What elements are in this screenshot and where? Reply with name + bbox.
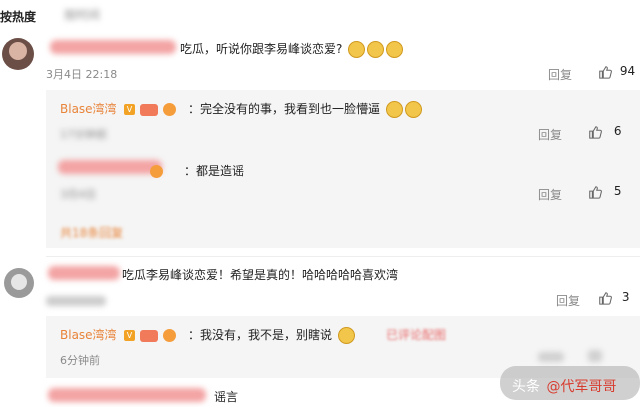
avatar[interactable]: [2, 38, 34, 70]
emoji-laugh-icon: [385, 101, 403, 118]
avatar[interactable]: [4, 268, 34, 298]
sort-by-time-tab[interactable]: 按时间: [64, 6, 100, 23]
comment-username[interactable]: [48, 266, 120, 280]
reply-button[interactable]: 回复: [538, 126, 562, 143]
level-badge-icon: [140, 103, 159, 116]
emoji-laugh-icon: [348, 41, 366, 58]
comment-time: 3月4日 22:18: [46, 68, 118, 81]
reply-text-content: 都是造谣: [196, 164, 245, 178]
like-button[interactable]: 3: [598, 290, 629, 305]
reply-button[interactable]: [538, 352, 564, 362]
comment-time: [46, 296, 106, 306]
reply-time: 17分钟前: [60, 128, 107, 141]
reply-username[interactable]: [58, 160, 162, 174]
reply-badges: V: [124, 325, 177, 344]
watermark-text: 头条 @代军哥哥: [512, 376, 616, 396]
reply-time: 3月4日: [60, 188, 96, 201]
emoji-laugh-icon: [367, 41, 385, 58]
reply-badges: V: [124, 99, 177, 118]
like-count: 94: [619, 64, 636, 78]
thumbs-up-icon: [589, 185, 602, 199]
like-count: 5: [613, 184, 622, 198]
reply-badges: [150, 161, 163, 180]
emoji-laugh-icon: [404, 101, 422, 118]
reply-button[interactable]: 回复: [538, 186, 562, 203]
reply-text: ：我没有，我不是，别瞎说: [188, 326, 355, 344]
v-badge-icon: V: [124, 104, 135, 115]
emoji-laugh-icon: [337, 327, 355, 344]
fan-badge-icon: [163, 103, 177, 116]
level-badge-icon: [140, 329, 159, 342]
thumbs-up-icon: [599, 291, 612, 305]
comment-username[interactable]: [50, 40, 176, 54]
like-button[interactable]: 94: [598, 64, 635, 79]
v-badge-icon: V: [124, 330, 135, 341]
comment-text-content: 吃瓜，听说你跟李易峰谈恋爱?: [180, 42, 343, 56]
more-replies-link[interactable]: 共18条回复: [60, 224, 123, 241]
reply-text: ：完全没有的事，我看到也一脸懵逼: [188, 100, 422, 118]
reply-text-content: 完全没有的事，我看到也一脸懵逼: [200, 102, 381, 116]
watermark-handle: @代军哥哥: [546, 379, 617, 395]
thumbs-up-icon: [599, 65, 612, 79]
comment-text: 吃瓜李易峰谈恋爱！希望是真的！哈哈哈哈哈喜欢湾: [122, 268, 399, 282]
reply-text-content: 我没有，我不是，别瞎说: [200, 328, 333, 342]
like-button[interactable]: 6: [588, 124, 621, 139]
reply-time: 6分钟前: [60, 354, 100, 367]
comment-username[interactable]: [48, 388, 206, 402]
reply-username[interactable]: Blase湾湾: [60, 100, 117, 117]
reply-button[interactable]: 回复: [548, 66, 572, 83]
like-button[interactable]: 5: [588, 184, 621, 199]
like-count: 6: [613, 124, 622, 138]
divider: [46, 256, 640, 257]
reply-image-badge[interactable]: 已评论配图: [386, 326, 446, 343]
reply-text: ：都是造谣: [184, 164, 245, 178]
comment-text: 谣言: [214, 390, 239, 404]
sort-by-hot-tab[interactable]: 按热度: [0, 8, 36, 25]
thumbs-up-icon: [589, 125, 602, 139]
emoji-laugh-icon: [386, 41, 404, 58]
like-count: 3: [621, 290, 630, 304]
reply-button[interactable]: 回复: [556, 292, 580, 309]
comment-text: 吃瓜，听说你跟李易峰谈恋爱?: [180, 40, 404, 58]
reply-username[interactable]: Blase湾湾: [60, 326, 117, 343]
watermark-prefix: 头条: [512, 379, 540, 395]
fan-badge-icon: [163, 329, 177, 342]
fan-badge-icon: [150, 165, 163, 178]
like-button[interactable]: [588, 350, 602, 362]
